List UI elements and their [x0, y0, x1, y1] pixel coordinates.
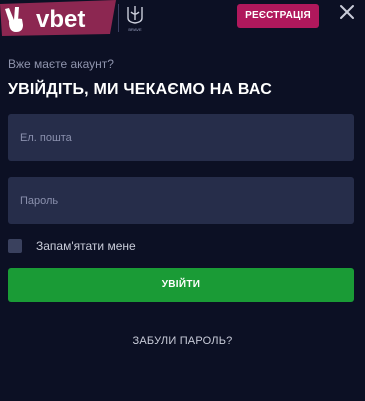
logo-text: vbet: [36, 6, 85, 33]
email-field[interactable]: [8, 114, 354, 161]
login-subtitle: Вже маєте акаунт?: [8, 57, 114, 71]
forgot-password-link[interactable]: ЗАБУЛИ ПАРОЛЬ?: [0, 335, 365, 347]
remember-me-label: Запам'ятати мене: [36, 239, 136, 253]
password-field[interactable]: [8, 177, 354, 224]
login-button[interactable]: УВІЙТИ: [8, 268, 354, 302]
login-title: УВІЙДІТЬ, МИ ЧЕКАЄМО НА ВАС: [8, 81, 272, 98]
vbet-logo-graphic: vbet: [0, 0, 116, 36]
header: vbet BRAVE РЕЄСТРАЦІЯ: [0, 0, 365, 40]
emblem-caption: BRAVE: [128, 27, 142, 32]
logo-divider: [118, 4, 119, 32]
register-button[interactable]: РЕЄСТРАЦІЯ: [237, 4, 319, 28]
close-icon[interactable]: [337, 2, 357, 22]
remember-me-checkbox[interactable]: [8, 239, 22, 253]
vbet-logo[interactable]: vbet: [0, 0, 118, 36]
